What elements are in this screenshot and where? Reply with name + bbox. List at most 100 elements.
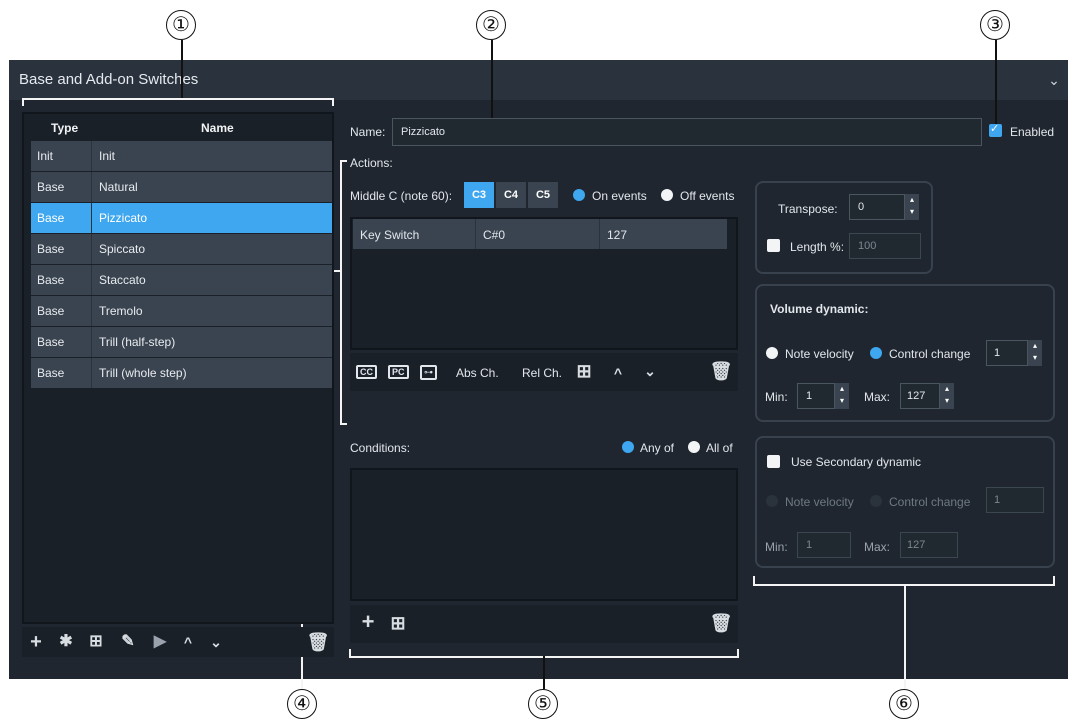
callout-5-leader [543, 656, 545, 689]
pc-icon[interactable]: PC [388, 365, 409, 379]
secondary-cc-input[interactable]: 1 [986, 487, 1044, 513]
list-item-type: Base [37, 211, 65, 225]
secondary-control-change-radio[interactable] [870, 495, 882, 507]
volume-min-label: Min: [765, 390, 788, 404]
callout-3: ③ [980, 10, 1010, 40]
list-item-name: Init [99, 149, 116, 163]
callout-6-leader [904, 584, 906, 689]
duplicate-condition-icon[interactable]: ⊞ [386, 611, 410, 635]
secondary-note-velocity-radio[interactable] [766, 495, 778, 507]
list-item-type: Base [37, 304, 65, 318]
secondary-max-input[interactable]: 127 [900, 532, 958, 558]
conditions-toolbar: + ⊞ 🗑 [350, 605, 738, 643]
volume-control-change-radio[interactable] [870, 347, 882, 359]
column-header-type[interactable]: Type [51, 121, 78, 135]
list-item[interactable]: Base Trill (half-step) [31, 327, 332, 357]
list-item[interactable]: Base Trill (whole step) [31, 358, 332, 388]
length-input[interactable]: 100 [849, 233, 921, 259]
abs-ch-button[interactable]: Abs Ch. [456, 366, 499, 380]
chevron-down-icon[interactable]: ⌄ [1044, 69, 1064, 91]
callout-2-leader [491, 40, 493, 127]
duplicate-icon[interactable]: ⊞ [84, 630, 108, 654]
list-item-type: Init [37, 149, 54, 163]
list-item-name: Staccato [99, 273, 146, 287]
add-icon[interactable]: + [356, 610, 380, 634]
octave-c5-button[interactable]: C5 [528, 182, 558, 208]
panel-title: Base and Add-on Switches [9, 60, 1068, 100]
volume-min-stepper[interactable]: ▴ ▾ [835, 383, 849, 409]
transpose-input[interactable]: 0 [849, 194, 905, 220]
conditions-table [350, 468, 738, 601]
move-down-icon[interactable]: ⌄ [640, 359, 660, 383]
conditions-label: Conditions: [350, 441, 411, 455]
name-input[interactable]: Pizzicato [392, 118, 982, 146]
any-of-radio[interactable] [622, 441, 634, 453]
middle-c-label: Middle C (note 60): [350, 189, 453, 203]
list-item-name: Tremolo [99, 304, 143, 318]
list-item[interactable]: Base Natural [31, 172, 332, 202]
secondary-min-label: Min: [765, 540, 788, 554]
trash-icon[interactable]: 🗑 [306, 630, 330, 654]
actions-label: Actions: [350, 156, 393, 170]
length-label: Length %: [790, 240, 845, 254]
pencil-icon[interactable]: ✎ [116, 630, 140, 654]
list-item[interactable]: Base Staccato [31, 265, 332, 295]
list-item-name: Spiccato [99, 242, 146, 256]
name-label: Name: [350, 125, 386, 139]
rel-ch-button[interactable]: Rel Ch. [522, 366, 562, 380]
callout-4: ④ [287, 689, 317, 719]
secondary-max-label: Max: [864, 540, 891, 554]
move-down-icon[interactable]: ⌄ [204, 630, 228, 654]
list-header: Type Name [31, 116, 332, 140]
secondary-dynamic-checkbox[interactable] [767, 455, 780, 468]
list-item-type: Base [37, 335, 65, 349]
list-toolbar: + ✱ ⊞ ✎ ▶ ^ ⌄ 🗑 [22, 627, 334, 657]
off-events-radio[interactable] [661, 189, 673, 201]
key-switch-icon[interactable]: ⊶ [420, 365, 437, 380]
off-events-label: Off events [680, 189, 735, 203]
all-of-label: All of [706, 441, 733, 455]
list-item[interactable]: Base Tremolo [31, 296, 332, 326]
enabled-label: Enabled [1010, 125, 1055, 139]
actions-table-row[interactable]: Key Switch C#0 127 [353, 219, 727, 249]
secondary-control-change-label: Control change [889, 495, 971, 509]
secondary-min-input[interactable]: 1 [797, 532, 851, 558]
column-header-name[interactable]: Name [201, 121, 234, 135]
duplicate-action-icon[interactable]: ⊞ [572, 359, 596, 383]
move-up-icon[interactable]: ^ [176, 630, 200, 654]
actions-toolbar: CC PC ⊶ Abs Ch. Rel Ch. ⊞ ^ ⌄ 🗑 [350, 353, 738, 391]
all-of-radio[interactable] [688, 441, 700, 453]
octave-c4-button[interactable]: C4 [496, 182, 526, 208]
move-up-icon[interactable]: ^ [608, 361, 628, 385]
volume-cc-stepper[interactable]: ▴ ▾ [1028, 340, 1042, 366]
on-events-label: On events [592, 189, 647, 203]
list-item-name: Trill (half-step) [99, 335, 176, 349]
list-item[interactable]: Init Init [31, 141, 332, 171]
volume-max-stepper[interactable]: ▴ ▾ [940, 383, 954, 409]
callout-6: ⑥ [889, 689, 919, 719]
transpose-stepper[interactable]: ▴ ▾ [905, 194, 919, 220]
enabled-checkbox[interactable]: ✓ [989, 123, 1002, 137]
octave-c3-button[interactable]: C3 [464, 182, 494, 208]
callout-3-leader [995, 40, 997, 128]
add-icon[interactable]: + [24, 630, 48, 654]
trash-icon[interactable]: 🗑 [709, 359, 733, 383]
volume-note-velocity-label: Note velocity [785, 347, 854, 361]
list-item[interactable]: Base Pizzicato [31, 203, 332, 233]
length-checkbox[interactable] [767, 239, 780, 252]
volume-min-input[interactable]: 1 [797, 383, 835, 409]
callout-2: ② [476, 10, 506, 40]
play-icon[interactable]: ▶ [148, 630, 172, 654]
callout-1: ① [166, 10, 196, 40]
volume-control-change-label: Control change [889, 347, 971, 361]
trash-icon[interactable]: 🗑 [709, 611, 733, 635]
volume-note-velocity-radio[interactable] [766, 347, 778, 359]
volume-cc-input[interactable]: 1 [986, 340, 1028, 366]
add-multiple-icon[interactable]: ✱ [54, 630, 78, 654]
volume-max-input[interactable]: 127 [900, 383, 940, 409]
list-item-type: Base [37, 242, 65, 256]
on-events-radio[interactable] [573, 189, 585, 201]
list-item[interactable]: Base Spiccato [31, 234, 332, 264]
cc-icon[interactable]: CC [356, 365, 377, 379]
any-of-label: Any of [640, 441, 675, 455]
